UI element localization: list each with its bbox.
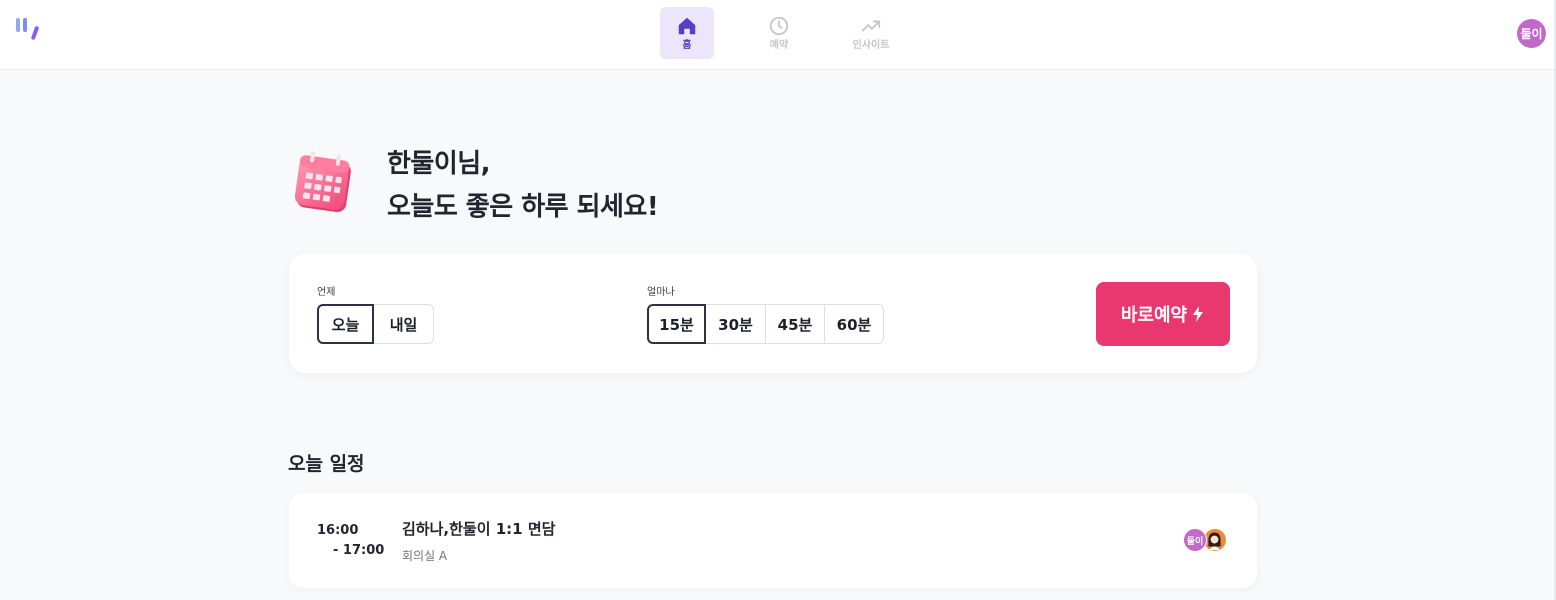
schedule-event-card[interactable]: 16:00 - 17:00 김하나,한둘이 1:1 면담 회의실 A 둘이 <box>289 493 1257 588</box>
calendar-illustration-icon <box>294 151 351 213</box>
event-end-time: - 17:00 <box>333 543 385 558</box>
duration-option-45[interactable]: 45분 <box>765 304 825 344</box>
duration-option-60[interactable]: 60분 <box>824 304 884 344</box>
duration-label: 얼마나 <box>647 287 675 298</box>
greeting-heading: 한둘이님, 오늘도 좋은 하루 되세요! <box>387 143 659 229</box>
nav-home[interactable]: 홈 <box>660 7 714 59</box>
app-logo[interactable] <box>14 16 42 44</box>
top-navigation-bar: 홈 예약 인사이트 둘이 <box>0 0 1554 70</box>
greeting-line-1: 한둘이님, <box>387 149 491 179</box>
quick-booking-card: 언제 오늘 내일 얼마나 15분 30분 45분 60분 바로예약 <box>289 254 1257 373</box>
when-label: 언제 <box>317 287 336 298</box>
user-avatar[interactable]: 둘이 <box>1517 19 1546 48</box>
when-selector: 오늘 내일 <box>317 304 434 344</box>
trending-up-icon <box>861 19 881 31</box>
duration-option-15[interactable]: 15분 <box>647 304 706 344</box>
duration-option-30[interactable]: 30분 <box>705 304 766 344</box>
nav-home-label: 홈 <box>682 39 692 51</box>
quick-book-label: 바로예약 <box>1120 305 1188 326</box>
today-schedule-title: 오늘 일정 <box>288 453 365 475</box>
event-attendees: 둘이 <box>1183 528 1229 552</box>
nav-insight[interactable]: 인사이트 <box>844 7 898 59</box>
person-avatar-icon <box>1204 529 1225 550</box>
nav-insight-label: 인사이트 <box>852 39 890 51</box>
duration-selector: 15분 30분 45분 60분 <box>647 304 884 344</box>
attendee-avatar: 둘이 <box>1183 528 1207 552</box>
nav-reservation[interactable]: 예약 <box>752 7 806 59</box>
main-nav: 홈 예약 인사이트 <box>660 7 898 59</box>
event-start-time: 16:00 <box>317 523 359 538</box>
lightning-icon <box>1193 306 1204 322</box>
when-option-today[interactable]: 오늘 <box>317 304 374 344</box>
greeting-line-2: 오늘도 좋은 하루 되세요! <box>387 192 659 222</box>
event-title: 김하나,한둘이 1:1 면담 <box>402 520 556 538</box>
clock-icon <box>769 16 789 35</box>
event-room: 회의실 A <box>402 549 448 563</box>
when-option-tomorrow[interactable]: 내일 <box>373 304 434 344</box>
quick-book-button[interactable]: 바로예약 <box>1096 282 1230 346</box>
nav-reservation-label: 예약 <box>769 39 789 51</box>
home-icon <box>678 17 696 34</box>
